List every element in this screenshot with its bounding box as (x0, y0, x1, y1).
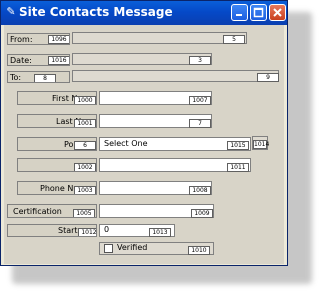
verified-checkbox[interactable] (104, 244, 113, 253)
verified-field-id: 1010 (188, 246, 210, 255)
first-name-label-id: 1000 (74, 96, 96, 104)
certification-field-id: 1009 (191, 209, 213, 218)
minimize-button[interactable] (231, 4, 248, 21)
unnamed-field-id: 1011 (227, 163, 249, 172)
position-select[interactable]: Select One 1015 (99, 137, 251, 151)
date-field-id: 3 (189, 56, 211, 65)
start-label-id: 1012 (78, 228, 96, 236)
phone-label-id: 1003 (74, 186, 96, 194)
to-field-id: 9 (257, 73, 279, 82)
start-field-id: 1013 (149, 228, 171, 237)
phone-number-label: Phone Nu 1003 (17, 181, 97, 195)
certification-label-id: 1005 (73, 209, 95, 217)
position-select-value: Select One (104, 139, 148, 148)
dialog-window: ✎ Site Contacts Message From: 1096 5 Dat… (0, 0, 288, 266)
start-label: Start 1012 (7, 224, 97, 237)
app-icon: ✎ (6, 5, 16, 18)
maximize-button[interactable] (250, 4, 267, 21)
start-input[interactable]: 0 1013 (99, 224, 175, 237)
from-label: From: 1096 (7, 33, 70, 45)
title-bar[interactable]: ✎ Site Contacts Message (1, 1, 287, 25)
position-label: Po 6 (17, 137, 97, 151)
date-field[interactable]: 3 (72, 53, 212, 65)
date-label-id: 1016 (48, 56, 69, 65)
start-value: 0 (104, 225, 110, 234)
maximize-icon (253, 7, 264, 18)
to-label: To: 8 (7, 71, 70, 83)
phone-number-input[interactable]: 1008 (99, 181, 212, 195)
first-name-label: First N 1000 (17, 91, 97, 105)
last-name-input[interactable]: 7 (99, 114, 212, 128)
certification-input[interactable]: 1009 (99, 204, 214, 218)
verified-checkbox-row[interactable]: Verified 1010 (99, 242, 214, 255)
from-field[interactable]: 5 (72, 32, 247, 44)
to-field[interactable]: 9 (72, 70, 279, 82)
last-name-label-id: 1001 (74, 119, 96, 127)
certification-label: Certification 1005 (7, 204, 97, 218)
from-field-id: 5 (223, 35, 245, 44)
close-button[interactable] (269, 4, 286, 21)
first-name-field-id: 1007 (189, 96, 211, 105)
last-name-field-id: 7 (189, 119, 211, 128)
first-name-input[interactable]: 1007 (99, 91, 212, 105)
unnamed-label-id: 1002 (74, 163, 96, 171)
last-name-label: Last N 1001 (17, 114, 97, 128)
to-label-id: 8 (34, 74, 56, 82)
date-label: Date: 1016 (7, 54, 70, 66)
window-title: Site Contacts Message (19, 5, 173, 19)
close-icon (273, 8, 282, 17)
position-extra[interactable]: 1014 (252, 136, 270, 150)
position-field-id: 1015 (227, 141, 249, 150)
verified-label: Verified (117, 243, 148, 252)
unnamed-label: 1002 (17, 158, 97, 172)
position-label-id: 6 (74, 141, 96, 150)
unnamed-input[interactable]: 1011 (99, 158, 251, 172)
from-label-id: 1096 (48, 35, 69, 44)
minimize-icon (236, 14, 242, 16)
position-extra-id: 1014 (253, 140, 270, 149)
phone-field-id: 1008 (189, 186, 211, 195)
